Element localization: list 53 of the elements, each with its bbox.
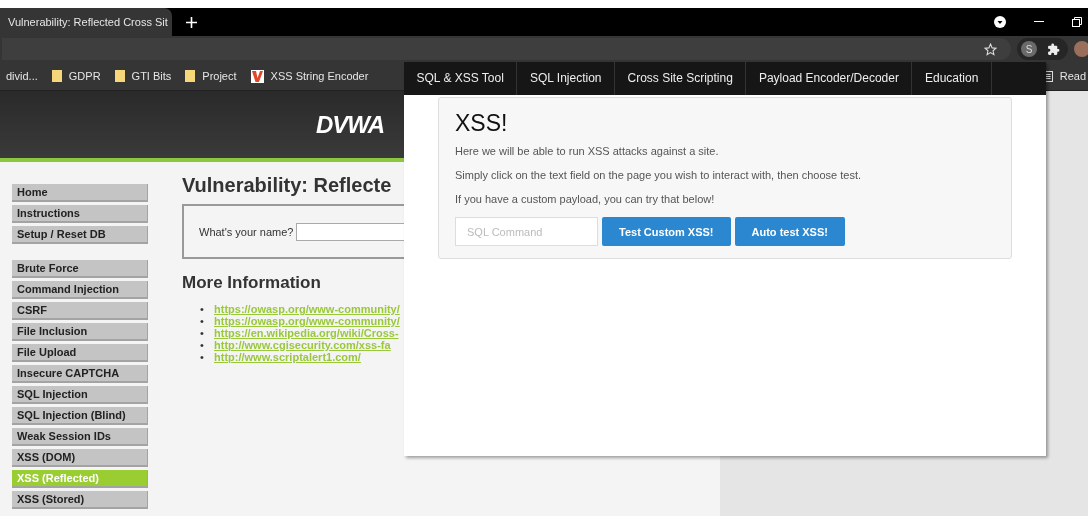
profile-avatar[interactable] <box>1074 41 1088 57</box>
sidebar-item[interactable]: Command Injection <box>12 281 148 299</box>
bullet: • <box>200 303 205 315</box>
folder-icon <box>185 70 196 82</box>
description-text: Simply click on the text field on the page you wish to interact with, then choose test. <box>455 169 862 181</box>
page-heading: Vulnerability: Reflecte <box>182 174 392 197</box>
nav-tab[interactable]: Cross Site Scripting <box>615 62 747 95</box>
sidebar-item[interactable]: XSS (DOM) <box>12 449 148 467</box>
sidebar-item[interactable]: File Upload <box>12 344 148 362</box>
restore-icon[interactable] <box>1072 17 1082 27</box>
bookmark[interactable]: GDPR <box>51 70 101 82</box>
nav-tab[interactable]: Education <box>912 62 992 95</box>
sidebar-item[interactable]: Home <box>12 184 148 202</box>
bookmark[interactable]: GTI Bits <box>114 70 172 82</box>
extension-button[interactable]: S <box>1021 41 1037 57</box>
minimize-icon[interactable] <box>1034 21 1044 23</box>
bookmark[interactable]: Project <box>185 70 237 82</box>
sidebar-item[interactable]: SQL Injection <box>12 386 148 404</box>
section-heading: More Information <box>182 273 322 293</box>
folder-icon <box>51 70 62 82</box>
sidebar-item[interactable]: Brute Force <box>12 260 148 278</box>
bookmark[interactable]: divid... <box>6 70 38 82</box>
description-text: Here we will be able to run XSS attacks against a site. <box>455 145 720 157</box>
new-tab-icon[interactable] <box>186 16 197 28</box>
sidebar-item[interactable]: Setup / Reset DB <box>12 226 148 244</box>
description-text: If you have a custom payload, you can try that below! <box>455 193 716 205</box>
bullet: • <box>200 339 205 351</box>
field-label: What's your name? <box>199 225 294 238</box>
nav-tab[interactable]: Payload Encoder/Decoder <box>746 62 913 95</box>
bullet: • <box>200 351 205 363</box>
command-field[interactable]: SQL Command <box>455 217 598 246</box>
dropdown-icon[interactable] <box>994 16 1006 28</box>
bullet: • <box>200 315 205 327</box>
test-button[interactable]: Test Custom XSS! <box>602 217 731 246</box>
nav-tab[interactable]: SQL Injection <box>517 62 615 95</box>
sidebar-item[interactable]: Instructions <box>12 205 148 223</box>
logo: DVWA <box>316 110 384 139</box>
bookmark[interactable]: XSS String Encoder <box>250 69 369 83</box>
card-title: XSS! <box>455 110 509 137</box>
browser-tab[interactable]: Vulnerability: Reflected Cross Sit <box>0 8 172 36</box>
sidebar-item[interactable]: CSRF <box>12 302 148 320</box>
sidebar-item[interactable]: SQL Injection (Blind) <box>12 407 148 425</box>
puzzle-icon[interactable] <box>1047 42 1060 56</box>
folder-icon <box>114 70 125 82</box>
sidebar-item[interactable]: XSS (Stored) <box>12 491 148 509</box>
nav-tab[interactable]: SQL & XSS Tool <box>404 62 518 95</box>
sidebar-item[interactable]: Weak Session IDs <box>12 428 148 446</box>
test-button[interactable]: Auto test XSS! <box>734 217 845 246</box>
v-logo-icon <box>250 69 264 83</box>
bullet: • <box>200 327 205 339</box>
sidebar-item[interactable]: File Inclusion <box>12 323 148 341</box>
sidebar-item[interactable]: Insecure CAPTCHA <box>12 365 148 383</box>
star-icon[interactable] <box>984 42 997 56</box>
